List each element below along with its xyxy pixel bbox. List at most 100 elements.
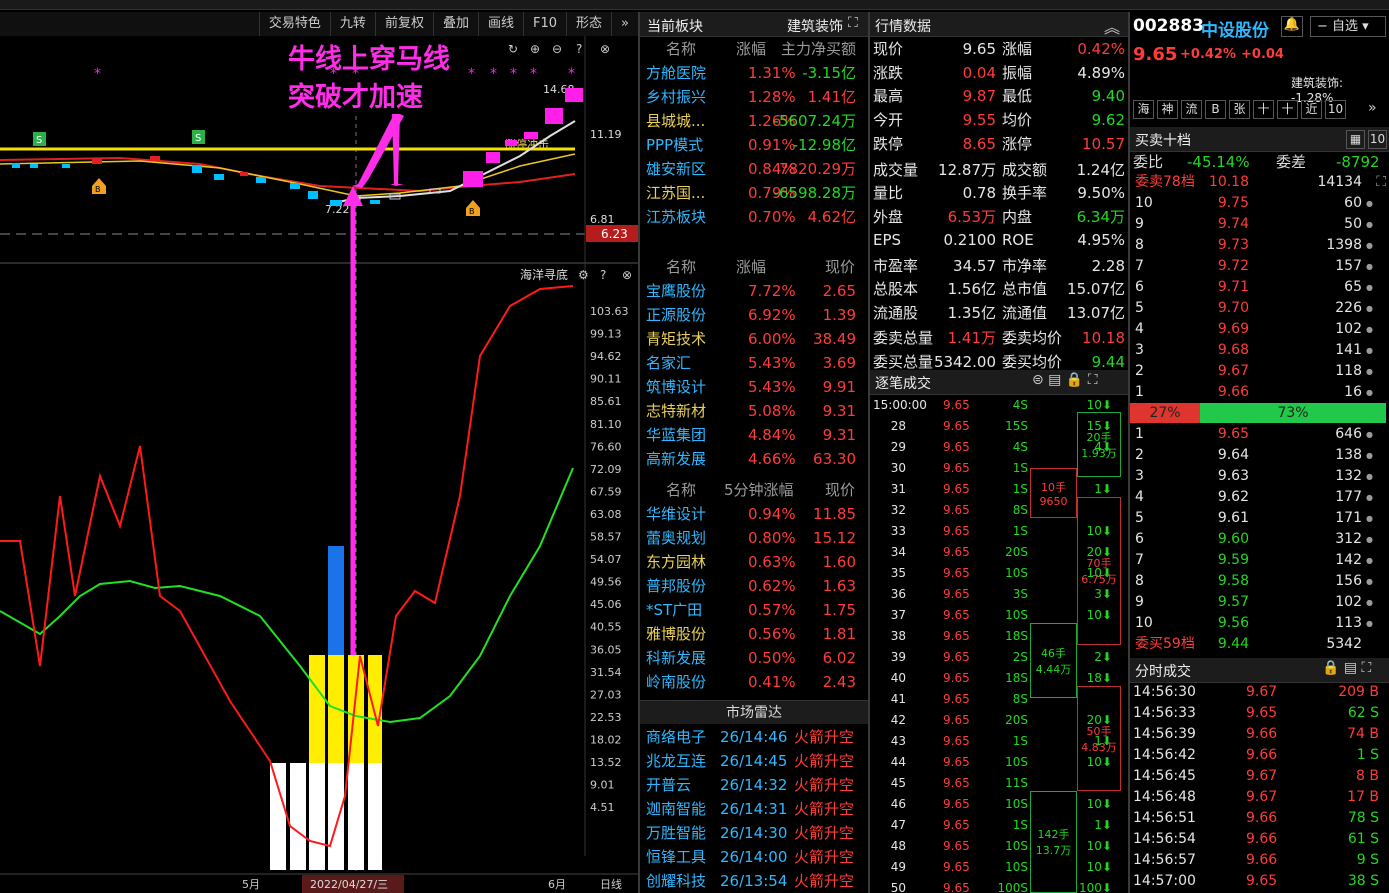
- toolbar-expand-icon[interactable]: »: [611, 12, 638, 36]
- ts-volume: 1 S: [1356, 747, 1379, 763]
- radar-row[interactable]: 创耀科技 26/13:54 火箭升空: [640, 869, 868, 893]
- stock-row[interactable]: 名家汇 5.43% 3.69: [640, 351, 868, 375]
- toolbar-nine-turn[interactable]: 九转: [329, 12, 375, 36]
- ask-level-row[interactable]: 7 9.72 157 ●: [1130, 256, 1389, 277]
- bid-level-row[interactable]: 8 9.58 156 ●: [1130, 571, 1389, 592]
- bid-level-row[interactable]: 5 9.61 171 ●: [1130, 508, 1389, 529]
- chart-toolbar: 交易特色 九转 前复权 叠加 画线 F10 形态 »: [0, 12, 638, 36]
- stock5m-row[interactable]: 蕾奥规划 0.80% 15.12: [640, 526, 868, 550]
- collapse-icon[interactable]: ︽: [1104, 14, 1120, 38]
- tick-time: 40: [890, 671, 906, 685]
- alert-bell-icon[interactable]: 🔔: [1281, 16, 1303, 37]
- bid-level-row[interactable]: 3 9.63 132 ●: [1130, 466, 1389, 487]
- tick-volume: 4S: [1012, 398, 1028, 412]
- bid-level-row[interactable]: 7 9.59 142 ●: [1130, 550, 1389, 571]
- stock5m-row[interactable]: 雅博股份 0.56% 1.81: [640, 622, 868, 646]
- expand-icon[interactable]: ⛶: [848, 15, 858, 31]
- quick-button-8[interactable]: 10: [1325, 100, 1346, 119]
- bid-level-row[interactable]: 2 9.64 138 ●: [1130, 445, 1389, 466]
- order-diff-label: 委差: [1276, 153, 1307, 171]
- bid-level-row[interactable]: 4 9.62 177 ●: [1130, 487, 1389, 508]
- ask-level-row[interactable]: 2 9.67 118 ●: [1130, 361, 1389, 382]
- item-value: 38.49: [813, 330, 856, 348]
- stock-row[interactable]: 筑博设计 5.43% 9.91: [640, 375, 868, 399]
- expand-icon[interactable]: ⛶: [1376, 172, 1386, 193]
- quote-label: 均价: [1002, 110, 1033, 129]
- ask-level-row[interactable]: 3 9.68 141 ●: [1130, 340, 1389, 361]
- stock5m-row[interactable]: *ST广田 0.57% 1.75: [640, 598, 868, 622]
- bid-level-row[interactable]: 9 9.57 102 ●: [1130, 592, 1389, 613]
- stock-row[interactable]: 志特新材 5.08% 9.31: [640, 399, 868, 423]
- tick-box-lots: 142手: [1037, 828, 1070, 841]
- stock-row[interactable]: 青矩技术 6.00% 38.49: [640, 327, 868, 351]
- toolbar-overlay[interactable]: 叠加: [432, 12, 478, 36]
- level-index: 2: [1135, 363, 1144, 379]
- sector-row[interactable]: 江苏国... 0.79% -6598.28万: [640, 181, 868, 205]
- calc-icon[interactable]: ▦: [1346, 130, 1365, 149]
- toolbar-pattern[interactable]: 形态: [566, 12, 611, 36]
- radar-stock: 兆龙互连: [646, 752, 707, 770]
- sector-row[interactable]: 乡村振兴 1.28% 1.41亿: [640, 85, 868, 109]
- quick-button-6[interactable]: 十: [1277, 100, 1298, 119]
- stock5m-row[interactable]: 普邦股份 0.62% 1.63: [640, 574, 868, 598]
- indicator-control-icons[interactable]: ⚙? ⊗: [578, 268, 632, 282]
- ask-level-row[interactable]: 1 9.66 16 ●: [1130, 382, 1389, 403]
- radar-row[interactable]: 兆龙互连 26/14:45 火箭升空: [640, 749, 868, 773]
- quick-button-5[interactable]: 十: [1253, 100, 1274, 119]
- toolbar-draw[interactable]: 画线: [477, 12, 523, 36]
- toolbar-f10[interactable]: F10: [522, 12, 566, 36]
- stock-row[interactable]: 高新发展 4.66% 63.30: [640, 447, 868, 471]
- period-selector[interactable]: 日线: [600, 877, 622, 891]
- level-volume: 60: [1344, 195, 1362, 211]
- ask-level-row[interactable]: 5 9.70 226 ●: [1130, 298, 1389, 319]
- stock5m-row[interactable]: 科新发展 0.50% 6.02: [640, 646, 868, 670]
- chart-control-icons[interactable]: ↻ ⊕ ⊖? ⊗: [508, 42, 610, 56]
- toolbar-trade-feature[interactable]: 交易特色: [258, 12, 330, 36]
- ask-level-row[interactable]: 4 9.69 102 ●: [1130, 319, 1389, 340]
- stock5m-row[interactable]: 岭南股份 0.41% 2.43: [640, 670, 868, 694]
- sector-row[interactable]: PPP模式 0.91% -12.98亿: [640, 133, 868, 157]
- timesale-tool-icons[interactable]: 🔒 ▤ ⛶: [1322, 660, 1371, 676]
- quick-button-7[interactable]: 近: [1301, 100, 1322, 119]
- radar-row[interactable]: 万胜智能 26/14:30 火箭升空: [640, 821, 868, 845]
- indicator-axis-label: 27.03: [590, 688, 622, 701]
- stock-row[interactable]: 华蓝集团 4.84% 9.31: [640, 423, 868, 447]
- radar-row[interactable]: 恒锋工具 26/14:00 火箭升空: [640, 845, 868, 869]
- stock5m-row[interactable]: 东方园林 0.63% 1.60: [640, 550, 868, 574]
- stock-row[interactable]: 正源股份 6.92% 1.39: [640, 303, 868, 327]
- ask-level-row[interactable]: 8 9.73 1398 ●: [1130, 235, 1389, 256]
- sector-row[interactable]: 雄安新区 0.84% 7820.29万: [640, 157, 868, 181]
- tick-box-amount: 6.75万: [1081, 573, 1117, 586]
- ticks-tool-icons[interactable]: ⊜ ▤ 🔒 ⛶: [1032, 372, 1098, 388]
- radar-row[interactable]: 商络电子 26/14:46 火箭升空: [640, 725, 868, 749]
- quote-row: 成交量 12.87万 成交额 1.24亿: [870, 158, 1128, 182]
- bid-level-row[interactable]: 1 9.65 646 ●: [1130, 424, 1389, 445]
- radar-row[interactable]: 开普云 26/14:32 火箭升空: [640, 773, 868, 797]
- ask-level-row[interactable]: 10 9.75 60 ●: [1130, 193, 1389, 214]
- sector-row[interactable]: 方舱医院 1.31% -3.15亿: [640, 61, 868, 85]
- quick-button-2[interactable]: 流: [1181, 100, 1202, 119]
- stock-row[interactable]: 宝鹰股份 7.72% 2.65: [640, 279, 868, 303]
- radar-time: 26/14:45: [720, 752, 788, 770]
- bid-level-row[interactable]: 6 9.60 312 ●: [1130, 529, 1389, 550]
- quick-button-4[interactable]: 张: [1229, 100, 1250, 119]
- timesale-row: 14:56:48 9.67 17 B: [1130, 787, 1389, 808]
- kline-chart[interactable]: 14.68 11.19 7.22 6.81 6.23 涨停冲击 * * * * * * *…: [0, 36, 638, 893]
- sector-row[interactable]: 江苏板块 0.70% 4.62亿: [640, 205, 868, 229]
- ask-level-row[interactable]: 6 9.71 65 ●: [1130, 277, 1389, 298]
- watchlist-button[interactable]: − 自选 ▾: [1310, 16, 1386, 37]
- item-change: 0.70%: [748, 208, 796, 226]
- depth-10-button[interactable]: 10: [1368, 130, 1387, 149]
- bid-level-row[interactable]: 10 9.56 113 ●: [1130, 613, 1389, 634]
- tick-price: 9.65: [943, 713, 970, 727]
- sector-row[interactable]: 县城城... 1.26% -5607.24万: [640, 109, 868, 133]
- more-icon[interactable]: »: [1368, 100, 1377, 116]
- ask-level-row[interactable]: 9 9.74 50 ●: [1130, 214, 1389, 235]
- quote-value: 9.55: [962, 110, 996, 129]
- quick-button-1[interactable]: 神: [1157, 100, 1178, 119]
- quick-button-0[interactable]: 海: [1133, 100, 1154, 119]
- quick-button-3[interactable]: B: [1205, 100, 1226, 119]
- toolbar-adjust[interactable]: 前复权: [374, 12, 433, 36]
- stock5m-row[interactable]: 华维设计 0.94% 11.85: [640, 502, 868, 526]
- radar-row[interactable]: 迦南智能 26/14:31 火箭升空: [640, 797, 868, 821]
